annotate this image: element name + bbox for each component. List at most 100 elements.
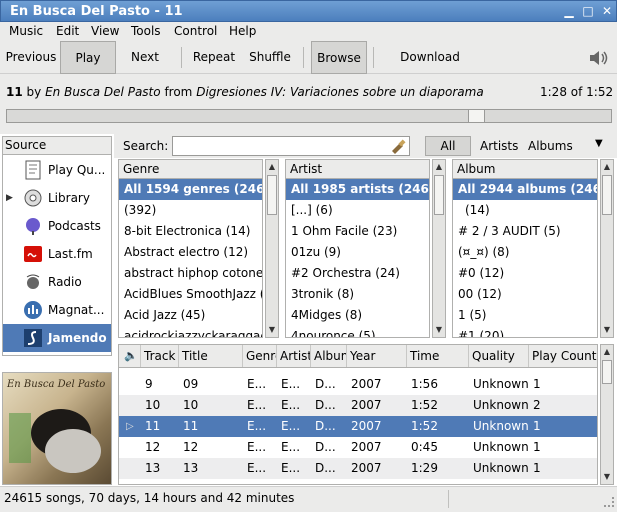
artist-row[interactable]: All 1985 artists (2461 (286, 179, 429, 200)
genre-row[interactable]: (392) (119, 200, 262, 221)
genre-row[interactable]: Abstract electro (12) (119, 242, 262, 263)
artist-row[interactable]: [...] (6) (286, 200, 429, 221)
column-header-album[interactable]: Album (311, 345, 347, 367)
filter-dropdown-arrow-icon[interactable]: ▼ (595, 138, 603, 149)
now-playing-by: by (26, 85, 42, 99)
source-item-library[interactable]: ▶ Library (3, 184, 111, 212)
minimize-icon[interactable]: ▁ (561, 4, 577, 19)
album-row[interactable]: #0 (12) (453, 263, 597, 284)
source-item-magnatune[interactable]: Magnat... (3, 296, 111, 324)
filter-albums-button[interactable]: Albums (528, 139, 573, 153)
radio-icon (23, 272, 43, 292)
track-quality: Unknown (473, 419, 529, 433)
menu-help[interactable]: Help (229, 24, 256, 38)
play-button[interactable]: Play (60, 41, 116, 74)
menu-control[interactable]: Control (174, 24, 217, 38)
shuffle-button[interactable]: Shuffle (245, 41, 295, 74)
track-row[interactable]: 9 09 E... E... D... 2007 1:56 Unknown 1 (119, 374, 597, 395)
now-playing-column-icon[interactable]: 🔈 (119, 345, 141, 367)
volume-icon[interactable] (588, 48, 610, 68)
scroll-up-icon[interactable]: ▲ (601, 345, 613, 359)
menu-music[interactable]: Music (9, 24, 43, 38)
artist-scrollbar[interactable]: ▲ ▼ (432, 159, 446, 338)
menu-edit[interactable]: Edit (56, 24, 79, 38)
seek-slider[interactable] (6, 109, 612, 123)
scroll-down-icon[interactable]: ▼ (433, 323, 445, 337)
track-album: D... (315, 398, 336, 412)
source-item-radio[interactable]: Radio (3, 268, 111, 296)
genre-row[interactable]: Acid Jazz (45) (119, 305, 262, 326)
scroll-up-icon[interactable]: ▲ (601, 160, 613, 174)
title-bar[interactable]: En Busca Del Pasto - 11 ▁ □ ✕ (0, 0, 617, 22)
artist-row[interactable]: 4nouronce (5) (286, 326, 429, 337)
track-list-scrollbar[interactable]: ▲ ▼ (600, 344, 614, 485)
track-row[interactable]: 13 13 E... E... D... 2007 1:29 Unknown 1 (119, 458, 597, 479)
source-item-label: Play Qu... (48, 163, 106, 177)
genre-row[interactable]: 8-bit Electronica (14) (119, 221, 262, 242)
expander-arrow-icon[interactable]: ▶ (6, 184, 13, 212)
browse-button[interactable]: Browse (311, 41, 367, 74)
column-header-time[interactable]: Time (407, 345, 469, 367)
scroll-up-icon[interactable]: ▲ (433, 160, 445, 174)
close-icon[interactable]: ✕ (599, 4, 615, 19)
album-row[interactable]: 00 (12) (453, 284, 597, 305)
column-header-track[interactable]: Track (141, 345, 179, 367)
artist-column-header[interactable]: Artist (285, 159, 430, 179)
scrollbar-thumb[interactable] (602, 175, 612, 215)
album-scrollbar[interactable]: ▲ ▼ (600, 159, 614, 338)
column-header-play-count[interactable]: Play Count (529, 345, 597, 367)
seek-slider-thumb[interactable] (468, 110, 485, 122)
repeat-button[interactable]: Repeat (189, 41, 239, 74)
column-header-title[interactable]: Title (179, 345, 243, 367)
scroll-down-icon[interactable]: ▼ (601, 470, 613, 484)
scroll-down-icon[interactable]: ▼ (266, 323, 278, 337)
scrollbar-thumb[interactable] (434, 175, 444, 215)
scroll-up-icon[interactable]: ▲ (266, 160, 278, 174)
genre-row[interactable]: acidrockjazzyckaraggae (119, 326, 262, 337)
column-header-genre[interactable]: Genre (243, 345, 277, 367)
previous-button[interactable]: Previous (4, 41, 58, 74)
album-row[interactable]: # 2 / 3 AUDIT (5) (453, 221, 597, 242)
artist-row[interactable]: 4Midges (8) (286, 305, 429, 326)
scrollbar-thumb[interactable] (267, 175, 277, 215)
column-header-artist[interactable]: Artist (277, 345, 311, 367)
source-header[interactable]: Source (2, 136, 112, 155)
genre-row[interactable]: AcidBlues SmoothJazz (7 (119, 284, 262, 305)
column-header-year[interactable]: Year (347, 345, 407, 367)
download-album-button[interactable]: Download Album (380, 41, 480, 97)
artist-row[interactable]: 01zu (9) (286, 242, 429, 263)
track-number: 9 (145, 377, 153, 391)
genre-column-header[interactable]: Genre (118, 159, 263, 179)
genre-row[interactable]: All 1594 genres (2461 (119, 179, 262, 200)
genre-row[interactable]: abstract hiphop cotoneu (119, 263, 262, 284)
track-row[interactable]: 12 12 E... E... D... 2007 0:45 Unknown 1 (119, 437, 597, 458)
album-row[interactable]: All 2944 albums (2461 (453, 179, 597, 200)
album-row[interactable]: (¤_¤) (8) (453, 242, 597, 263)
column-header-quality[interactable]: Quality (469, 345, 529, 367)
artist-row[interactable]: #2 Orchestra (24) (286, 263, 429, 284)
clear-search-icon[interactable] (389, 138, 407, 154)
menu-tools[interactable]: Tools (131, 24, 161, 38)
resize-grip-icon[interactable] (604, 497, 614, 507)
album-row[interactable]: #1 (20) (453, 326, 597, 337)
maximize-icon[interactable]: □ (580, 4, 596, 19)
filter-all-button[interactable]: All (425, 136, 471, 156)
scroll-down-icon[interactable]: ▼ (601, 323, 613, 337)
source-item-lastfm[interactable]: Last.fm (3, 240, 111, 268)
album-row[interactable]: (14) (453, 200, 597, 221)
source-item-play-queue[interactable]: Play Qu... (3, 156, 111, 184)
source-item-podcasts[interactable]: Podcasts (3, 212, 111, 240)
menu-view[interactable]: View (91, 24, 119, 38)
album-column-header[interactable]: Album (452, 159, 598, 179)
filter-artists-button[interactable]: Artists (480, 139, 518, 153)
artist-row[interactable]: 3tronik (8) (286, 284, 429, 305)
genre-scrollbar[interactable]: ▲ ▼ (265, 159, 279, 338)
album-row[interactable]: 1 (5) (453, 305, 597, 326)
track-row[interactable]: 10 10 E... E... D... 2007 1:52 Unknown 2 (119, 395, 597, 416)
next-button[interactable]: Next (120, 41, 170, 74)
scrollbar-thumb[interactable] (602, 360, 612, 384)
track-row[interactable]: ▷ 11 11 E... E... D... 2007 1:52 Unknown… (119, 416, 597, 437)
source-item-jamendo[interactable]: Jamendo (3, 324, 111, 352)
artist-row[interactable]: 1 Ohm Facile (23) (286, 221, 429, 242)
search-input[interactable] (172, 136, 410, 156)
